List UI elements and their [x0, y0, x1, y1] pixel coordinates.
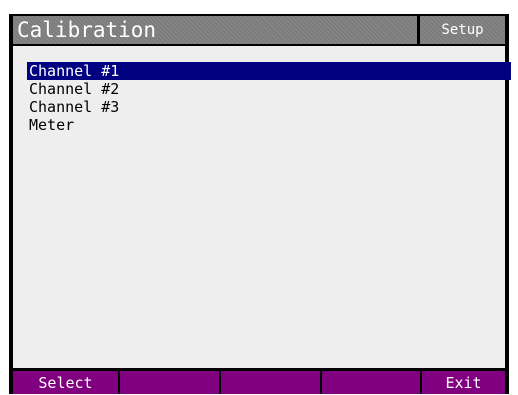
softkey-4[interactable]	[322, 371, 420, 394]
menu-item-channel-1[interactable]: Channel #1	[27, 62, 511, 80]
mode-indicator: Setup	[420, 16, 505, 44]
menu-item-meter[interactable]: Meter	[27, 116, 511, 134]
select-softkey[interactable]: Select	[13, 371, 118, 394]
softkey-bar: Select Exit	[9, 368, 509, 394]
page-title: Calibration	[13, 16, 417, 44]
menu-item-channel-3[interactable]: Channel #3	[27, 98, 511, 116]
calibration-menu: Channel #1 Channel #2 Channel #3 Meter	[27, 62, 511, 134]
exit-softkey[interactable]: Exit	[422, 371, 505, 394]
menu-item-channel-2[interactable]: Channel #2	[27, 80, 511, 98]
softkey-3[interactable]	[221, 371, 320, 394]
softkey-2[interactable]	[120, 371, 219, 394]
instrument-screen: Calibration Setup Channel #1 Channel #2 …	[9, 14, 511, 394]
title-bar: Calibration Setup	[9, 14, 509, 46]
menu-panel: Channel #1 Channel #2 Channel #3 Meter	[13, 46, 511, 368]
